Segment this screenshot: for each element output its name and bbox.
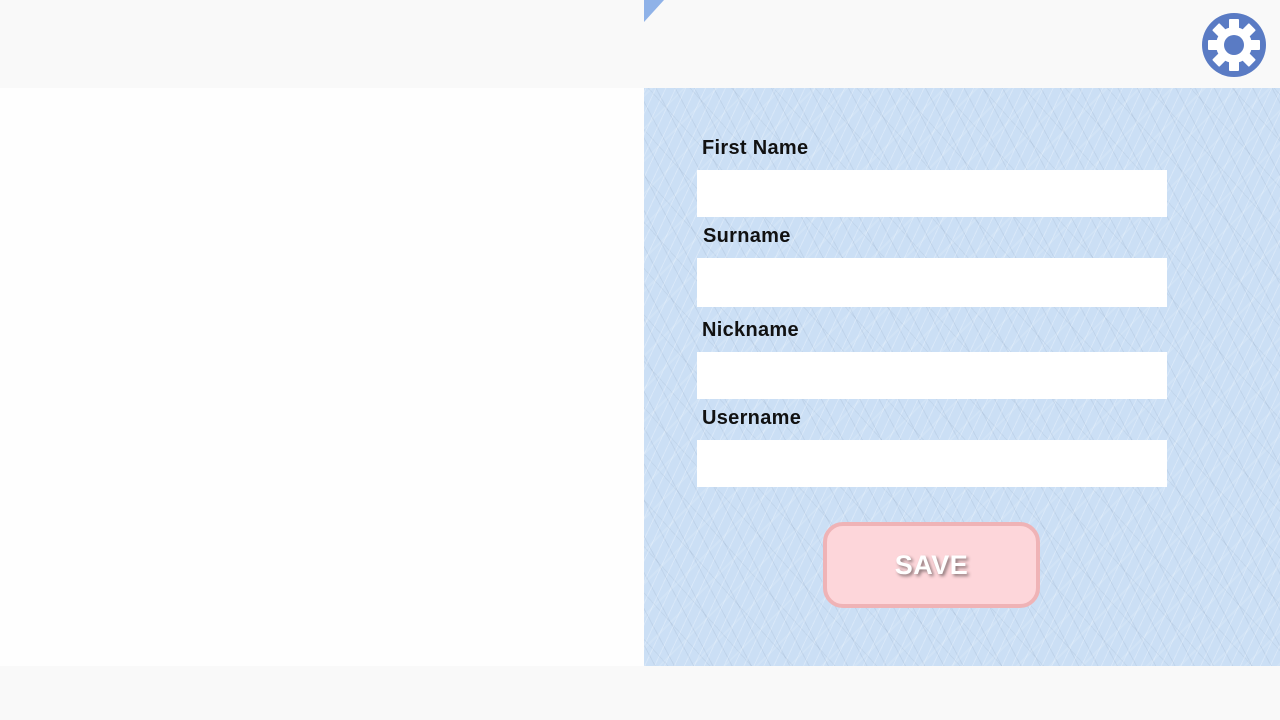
settings-button[interactable] xyxy=(1202,13,1266,77)
surname-label: Surname xyxy=(703,225,791,247)
content-pane xyxy=(0,88,644,720)
username-input[interactable] xyxy=(697,440,1167,487)
nickname-label: Nickname xyxy=(702,319,799,341)
username-label: Username xyxy=(702,407,802,429)
app-screen: First Name Surname Nickname Username SAV… xyxy=(0,0,1280,720)
surname-input[interactable] xyxy=(697,258,1167,307)
nickname-input[interactable] xyxy=(697,352,1167,399)
save-button[interactable]: SAVE xyxy=(823,522,1040,608)
top-bar xyxy=(644,0,1280,88)
gear-icon xyxy=(1202,13,1266,77)
first-name-label: First Name xyxy=(702,137,809,159)
first-name-input[interactable] xyxy=(697,170,1167,217)
corner-fold xyxy=(644,0,664,22)
bottom-bar xyxy=(0,666,1280,720)
